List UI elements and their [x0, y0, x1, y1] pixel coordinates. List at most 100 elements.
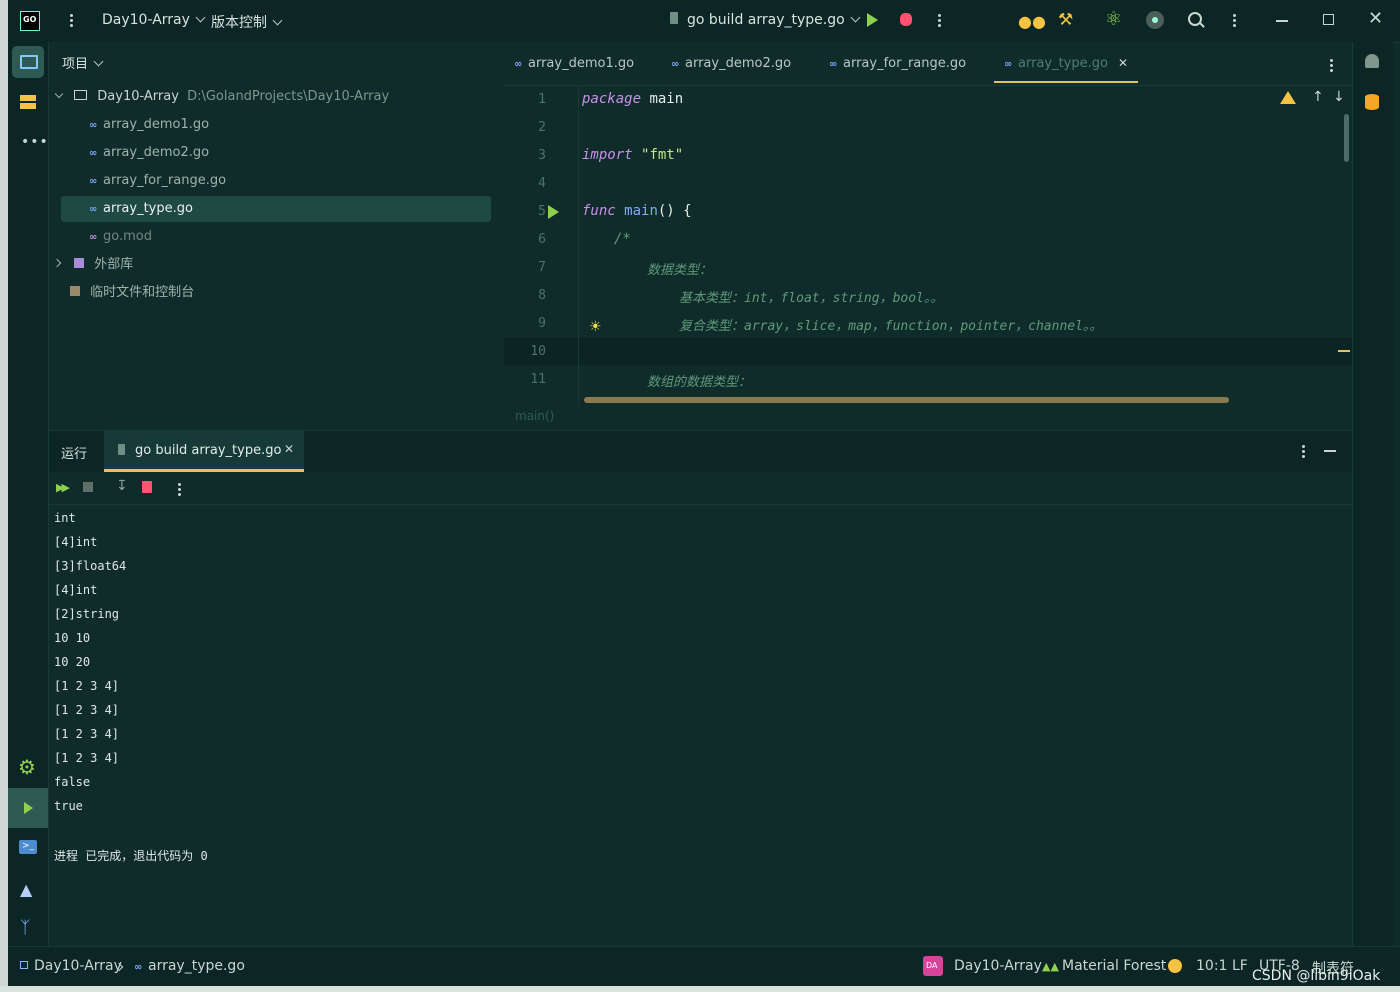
database-icon[interactable] — [1365, 94, 1379, 110]
tree-external-libs[interactable]: 外部库 — [52, 252, 494, 278]
console-output[interactable]: int [4]int [3]float64 [4]int [2]string 1… — [49, 506, 1352, 946]
clear-console-icon[interactable] — [142, 481, 152, 493]
tree-file[interactable]: ∞ array_for_range.go — [89, 168, 489, 194]
tree-scratches[interactable]: 临时文件和控制台 — [70, 280, 490, 306]
run-panel-options-icon[interactable] — [1302, 443, 1305, 460]
chevron-down-icon — [850, 12, 861, 23]
settings-gear-icon[interactable]: ⚙ — [18, 755, 36, 779]
nav-file[interactable]: ∞ array_type.go — [134, 958, 245, 974]
run-config-label: go build array_type.go — [687, 12, 845, 28]
run-config-selector[interactable]: go build array_type.go — [670, 12, 861, 28]
structure-icon-lower — [20, 103, 36, 109]
close-button[interactable]: ✕ — [1368, 8, 1383, 29]
build-tools-icon[interactable]: ⚒ — [1058, 10, 1073, 30]
vertical-scrollbar[interactable] — [1344, 114, 1349, 162]
tree-file-selected[interactable]: ∞ array_type.go — [61, 196, 491, 222]
settings-menu-icon[interactable] — [1233, 12, 1236, 29]
tree-root[interactable]: Day10-Array D:\GolandProjects\Day10-Arra… — [54, 84, 494, 110]
project-switcher[interactable]: Day10-Array — [102, 12, 206, 28]
stop-icon[interactable] — [83, 482, 93, 492]
go-mod-icon: ∞ — [89, 232, 98, 243]
file-name: array_demo2.go — [103, 145, 210, 160]
run-tool-button[interactable] — [8, 788, 48, 828]
breadcrumb[interactable]: main() — [515, 409, 554, 423]
tabs-more-icon[interactable] — [1330, 57, 1333, 74]
keyword: import — [582, 147, 633, 163]
run-tab[interactable]: go build array_type.go ✕ — [104, 431, 304, 472]
chevron-down-icon — [272, 15, 283, 26]
tab-array-demo1[interactable]: ∞ array_demo1.go — [514, 42, 634, 85]
git-branch-icon[interactable]: ᛉ — [20, 918, 30, 938]
rerun-icon[interactable]: ▶▶ — [56, 481, 70, 494]
record-icon[interactable] — [1146, 11, 1164, 29]
code-editor[interactable]: 1 2 3 4 5 6 7 8 9 10 11 ☀ package main i… — [504, 86, 1352, 428]
nav-project-label: Day10-Array — [34, 958, 122, 974]
maximize-button[interactable] — [1323, 14, 1334, 25]
module-icon — [20, 961, 28, 969]
gutter-divider — [578, 86, 579, 406]
code-with-me-icon[interactable]: ●● — [1018, 12, 1046, 31]
next-highlight-icon[interactable]: ↓ — [1333, 89, 1345, 105]
theme-indicator-icon[interactable] — [1168, 959, 1182, 973]
keyword: package — [582, 91, 642, 107]
lightbulb-icon[interactable]: ☀ — [589, 319, 602, 335]
tree-file[interactable]: ∞ array_demo2.go — [89, 140, 489, 166]
theme-label[interactable]: Material Forest — [1062, 958, 1166, 974]
string-literal: "fmt" — [641, 147, 684, 163]
more-actions-icon[interactable] — [938, 12, 941, 29]
console-more-icon[interactable] — [178, 481, 181, 498]
tab-array-type[interactable]: ∞ array_type.go ✕ — [994, 42, 1138, 83]
scroll-to-end-icon[interactable]: ↧ — [116, 478, 128, 494]
line-number: 11 — [530, 372, 546, 387]
more-tools-icon[interactable]: ••• — [21, 134, 49, 150]
go-file-icon: ∞ — [514, 59, 523, 70]
tool-window-bar-right — [1352, 42, 1393, 946]
line-number: 8 — [538, 288, 546, 303]
vcs-menu[interactable]: 版本控制 — [211, 12, 283, 32]
root-path: D:\GolandProjects\Day10-Array — [187, 89, 390, 104]
line-number: 10 — [530, 344, 546, 359]
output-line: [1 2 3 4] — [54, 703, 120, 717]
caret-position[interactable]: 10:1 — [1196, 958, 1227, 974]
minimize-button[interactable] — [1276, 20, 1288, 22]
avatar[interactable]: DA — [923, 956, 943, 976]
horizontal-scrollbar[interactable] — [584, 397, 1229, 403]
scratches-label: 临时文件和控制台 — [90, 285, 195, 300]
file-name: array_demo1.go — [103, 117, 210, 132]
line-separator[interactable]: LF — [1232, 958, 1248, 974]
run-panel-header: 运行 go build array_type.go ✕ — [49, 430, 1352, 473]
folder-icon — [74, 90, 88, 100]
notifications-icon[interactable] — [1365, 54, 1379, 68]
run-icon[interactable] — [867, 13, 878, 27]
tree-file[interactable]: ∞ go.mod — [89, 224, 489, 250]
problems-icon[interactable]: ▲ — [20, 880, 32, 899]
file-name: go.mod — [103, 229, 152, 244]
tree-file[interactable]: ∞ array_demo1.go — [89, 112, 489, 138]
output-line: 10 20 — [54, 655, 91, 669]
caret-marker — [1338, 350, 1350, 352]
debug-icon[interactable] — [900, 13, 912, 26]
monitor-icon — [20, 55, 38, 69]
prev-highlight-icon[interactable]: ↑ — [1312, 89, 1324, 105]
close-tab-icon[interactable]: ✕ — [1118, 56, 1128, 70]
main-menu-icon[interactable] — [70, 12, 73, 29]
structure-icon[interactable] — [20, 95, 36, 101]
search-icon[interactable] — [1188, 12, 1205, 28]
hide-panel-icon[interactable] — [1324, 450, 1336, 452]
terminal-icon[interactable]: >_ — [19, 840, 37, 854]
tab-array-demo2[interactable]: ∞ array_demo2.go — [671, 42, 791, 85]
nav-project[interactable]: Day10-Array — [20, 958, 122, 974]
code-line-7: 数据类型： — [647, 263, 713, 278]
ai-assistant-icon[interactable]: ⚛ — [1105, 8, 1122, 30]
close-run-tab-icon[interactable]: ✕ — [284, 442, 294, 456]
line-number: 9 — [538, 316, 546, 331]
tab-array-for-range[interactable]: ∞ array_for_range.go — [829, 42, 966, 85]
status-project[interactable]: Day10-Array — [954, 958, 1042, 974]
project-view-selector[interactable]: 项目 — [62, 53, 104, 72]
root-name: Day10-Array — [97, 89, 179, 104]
output-line: false — [54, 775, 91, 789]
project-tool-button[interactable] — [12, 46, 44, 78]
output-line: true — [54, 799, 83, 813]
warning-icon[interactable] — [1280, 91, 1296, 104]
gutter-run-icon[interactable] — [548, 205, 559, 219]
